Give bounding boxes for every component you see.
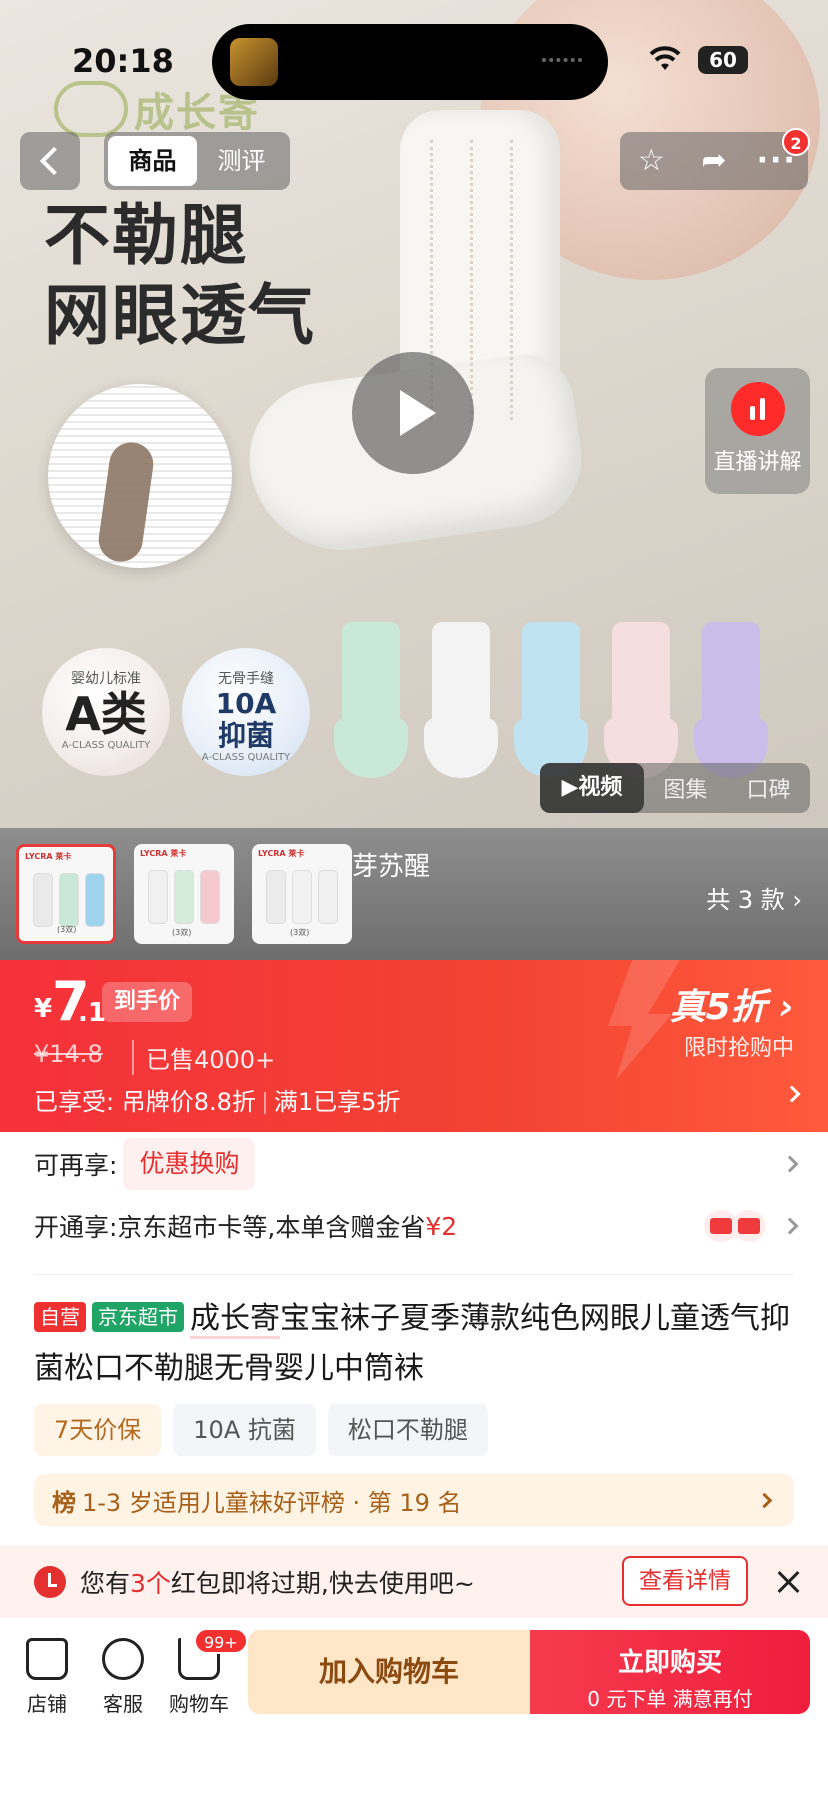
status-bar: 20:18 60 (0, 0, 828, 110)
top-actions: ☆ ➦ ··· (620, 132, 808, 190)
product-title: 自营 京东超市 成长寄宝宝袜子夏季薄款纯色网眼儿童透气抑菌松口不勒腿无骨婴儿中筒袜 (34, 1301, 790, 1386)
wifi-icon (649, 46, 681, 70)
play-video-button[interactable] (352, 352, 474, 474)
coupon-expiry-notice: 您有3个红包即将过期,快去使用吧~ 查看详情 (0, 1546, 828, 1618)
media-tab-video[interactable]: ▶视频 (540, 763, 644, 813)
notification-badge: 2 (782, 128, 810, 156)
live-explain-button[interactable]: 直播讲解 (705, 368, 810, 494)
bottom-action-bar: 店铺 客服 购物车 99+ 加入购物车 立即购买 0 元下单 满意再付 (0, 1618, 828, 1796)
final-price-tag: 到手价 (102, 982, 193, 1022)
view-details-button[interactable]: 查看详情 (622, 1556, 748, 1606)
thumb-brand-label: LYCRA 莱卡 (140, 849, 187, 858)
clock-icon (34, 1566, 66, 1598)
customer-service-button[interactable]: 客服 (90, 1638, 156, 1717)
chevron-right-icon (783, 1085, 801, 1103)
thumb-brand-label: LYCRA 莱卡 (25, 852, 72, 861)
store-icon (26, 1638, 68, 1680)
app-activity-icon (230, 38, 278, 86)
thumb-sock (200, 870, 220, 924)
media-tabs: ▶视频 图集 口碑 (540, 763, 810, 813)
add-to-cart-button[interactable]: 加入购物车 (248, 1630, 530, 1714)
media-tab-reviews[interactable]: 口碑 (727, 772, 810, 804)
more-offers-row[interactable]: 可再享: 优惠换购 (34, 1136, 802, 1192)
chevron-right-icon (781, 1155, 799, 1173)
thumb-sock (174, 870, 194, 924)
live-icon (730, 382, 785, 436)
mini-sock (334, 622, 408, 792)
thumb-sock (33, 873, 53, 927)
price-banner[interactable]: ¥ 7 .1 到手价 ¥14.8 已售4000+ 已享受: 吊牌价8.8折 满1已… (0, 960, 828, 1132)
hero-headline: 不勒腿 网眼透气 (44, 197, 316, 354)
self-operated-tag: 自营 (34, 1302, 86, 1332)
thumb-qty: (3双) (172, 928, 192, 937)
mini-sock (424, 622, 498, 792)
store-button[interactable]: 店铺 (14, 1638, 80, 1717)
variant-thumb[interactable]: LYCRA 莱卡 (3双) (252, 844, 352, 944)
media-tab-gallery[interactable]: 图集 (644, 772, 727, 804)
feature-chip[interactable]: 松口不勒腿 (327, 1404, 488, 1456)
dynamic-island (212, 24, 608, 100)
chevron-right-icon (781, 1217, 799, 1235)
thumb-qty: (3双) (290, 928, 310, 937)
status-time: 20:18 (72, 42, 174, 80)
price-protect-chip[interactable]: 7天价保 (34, 1404, 162, 1456)
tab-review[interactable]: 测评 (197, 136, 286, 186)
thumb-sock (266, 870, 286, 924)
notice-message: 您有3个红包即将过期,快去使用吧~ (80, 1569, 475, 1598)
buy-now-button[interactable]: 立即购买 0 元下单 满意再付 (530, 1630, 810, 1714)
share-icon[interactable]: ➦ (694, 141, 734, 181)
product-hero-image[interactable]: 成长寄 不勒腿 网眼透气 婴幼儿标准 A类 A-CLASS QUALITY 无骨… (0, 0, 828, 828)
thumb-sock (148, 870, 168, 924)
thumb-brand-label: LYCRA 莱卡 (258, 849, 305, 858)
variant-thumb[interactable]: LYCRA 莱卡 (3双) (134, 844, 234, 944)
thumb-sock (85, 873, 105, 927)
enjoyed-discounts: 已享受: 吊牌价8.8折 满1已享5折 (34, 1088, 401, 1116)
feature-chip[interactable]: 10A 抗菌 (173, 1404, 316, 1456)
ranking-icon: 榜 (52, 1488, 76, 1517)
membership-card-icon (704, 1208, 768, 1244)
cart-count-badge: 99+ (194, 1628, 248, 1654)
currency-symbol: ¥ (34, 994, 53, 1024)
trade-in-pill[interactable]: 优惠换购 (123, 1138, 256, 1190)
back-button[interactable] (20, 132, 80, 190)
favorite-star-icon[interactable]: ☆ (631, 141, 671, 181)
thumb-sock (292, 870, 312, 924)
divider (34, 1274, 794, 1275)
lightning-icon (608, 960, 680, 1080)
sold-count: 已售4000+ (132, 1040, 275, 1075)
class-a-badge: 婴幼儿标准 A类 A-CLASS QUALITY (42, 648, 170, 776)
ranking-banner[interactable]: 榜 1-3 岁适用儿童袜好评榜 · 第 19 名 (34, 1474, 794, 1526)
battery-icon: 60 (698, 46, 748, 74)
original-price: ¥14.8 (34, 1040, 103, 1068)
variant-thumb[interactable]: LYCRA 莱卡 (3双) (16, 844, 116, 944)
variant-name: 芽苏醒 (352, 852, 431, 882)
mesh-closeup (48, 384, 232, 568)
thumb-qty: (3双) (57, 925, 77, 934)
brand-name[interactable]: 成长寄 (190, 1301, 280, 1339)
antibacterial-badge: 无骨手缝 10A 抑菌 A-CLASS QUALITY (182, 648, 310, 776)
jd-supermarket-tag: 京东超市 (92, 1302, 184, 1332)
thumb-sock (59, 873, 79, 927)
feature-chips: 7天价保 10A 抗菌 松口不勒腿 (34, 1404, 488, 1456)
tab-product[interactable]: 商品 (108, 136, 197, 186)
chevron-right-icon (756, 1492, 773, 1508)
variant-count[interactable]: 共 3 款 › (706, 880, 802, 915)
thumb-sock (318, 870, 338, 924)
customer-service-icon (102, 1638, 144, 1680)
page-tabs: 商品 测评 (104, 132, 290, 190)
discount-label: 真5折 › (669, 987, 794, 1028)
close-icon[interactable] (772, 1566, 804, 1598)
flash-sale-label: 限时抢购中 (683, 1036, 794, 1061)
membership-offer-row[interactable]: 开通享:京东超市卡等,本单含赠金省 ¥2 (34, 1198, 802, 1254)
